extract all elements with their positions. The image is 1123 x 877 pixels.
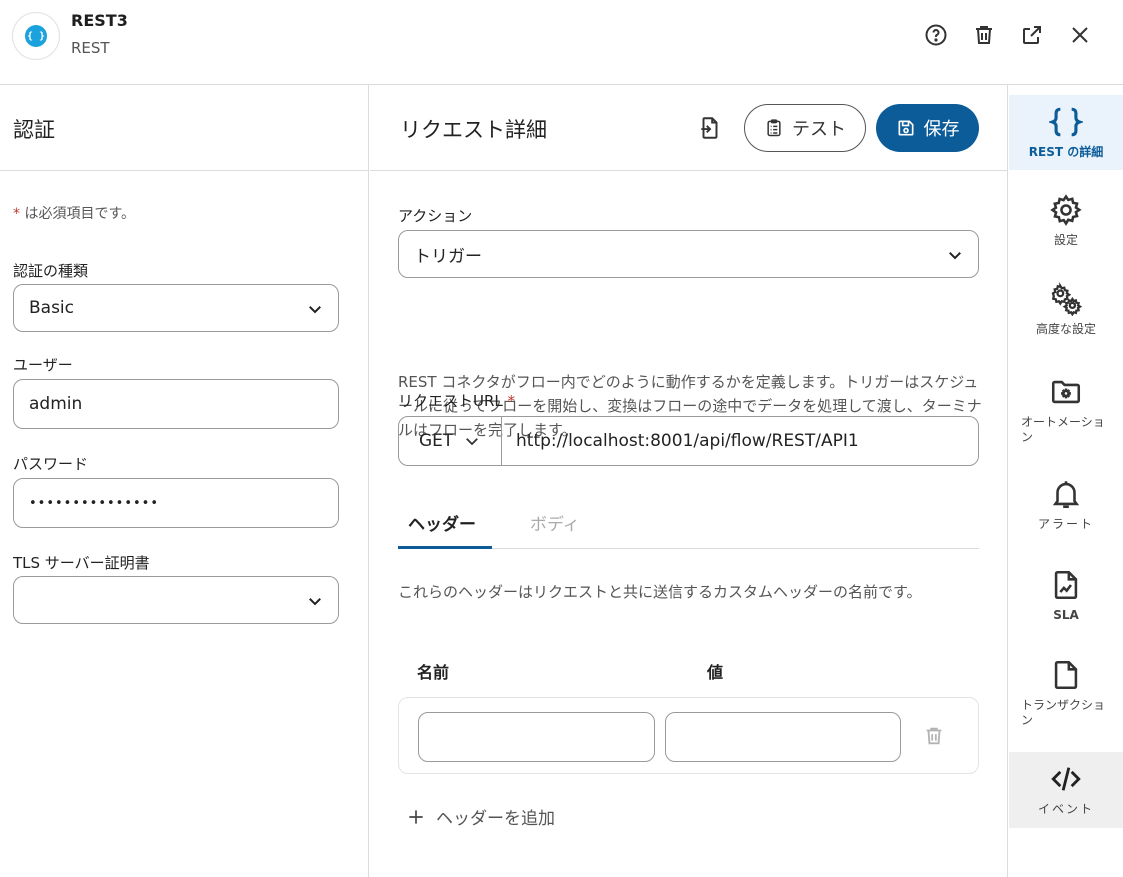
add-header-button[interactable]: ヘッダーを追加 (406, 804, 555, 829)
rail-label: オートメーション (1021, 415, 1105, 444)
required-star: * (13, 206, 20, 222)
rail-item-alerts[interactable]: アラート (1009, 477, 1123, 532)
gears-icon (1051, 282, 1083, 316)
rail-item-events[interactable]: イベント (1009, 752, 1123, 828)
tab-headers[interactable]: ヘッダー (408, 510, 476, 535)
test-label: テスト (792, 119, 846, 140)
test-button[interactable]: テスト (744, 104, 866, 152)
open-external-icon[interactable] (1019, 22, 1045, 48)
action-value: トリガー (414, 246, 482, 267)
top-header: { } REST3 REST (0, 0, 1123, 85)
rail-label: アラート (1037, 517, 1094, 531)
rail-label: REST の詳細 (1028, 145, 1104, 159)
request-panel-header: リクエスト詳細 テスト 保存 (370, 85, 1007, 171)
rail-label: 高度な設定 (1035, 322, 1096, 336)
request-url-label-text: リクエストURL (398, 392, 503, 410)
headers-description: これらのヘッダーはリクエストと共に送信するカスタムヘッダーの名前です。 (398, 583, 922, 601)
braces-icon (1049, 107, 1083, 137)
plus-icon (409, 809, 423, 824)
connector-title: REST3 (71, 11, 128, 30)
add-header-label: ヘッダーを追加 (436, 809, 555, 829)
http-method-select[interactable]: GET (399, 417, 502, 465)
floppy-disk-icon (898, 120, 913, 136)
clipboard-icon (767, 119, 781, 137)
help-icon[interactable] (923, 22, 949, 48)
rail-label: SLA (1053, 608, 1079, 622)
request-panel: リクエスト詳細 テスト 保存 アクション トリガー REST コネクタがフロー内… (370, 85, 1008, 877)
chevron-down-icon (466, 438, 479, 446)
gear-icon (1050, 194, 1082, 226)
rail-item-settings[interactable]: 設定 (1009, 193, 1123, 248)
auth-title: 認証 (13, 118, 55, 142)
header-value-input[interactable] (665, 712, 901, 762)
folder-gear-icon (1051, 380, 1081, 404)
rail-label: イベント (1037, 802, 1094, 816)
tab-body[interactable]: ボディ (530, 510, 580, 535)
action-select[interactable]: トリガー (398, 230, 979, 278)
active-tab-indicator (398, 546, 492, 549)
request-title: リクエスト詳細 (400, 118, 547, 142)
header-actions (923, 22, 1093, 48)
bell-icon (1052, 481, 1080, 509)
connector-type: REST (71, 39, 110, 57)
header-name-input[interactable] (418, 712, 655, 762)
rail-item-transactions[interactable]: トランザクション (1009, 658, 1123, 728)
chart-file-icon (1054, 570, 1078, 600)
rail-item-rest-details[interactable]: REST の詳細 (1009, 95, 1123, 170)
tls-cert-label: TLS サーバー証明書 (13, 554, 150, 572)
auth-panel-header: 認証 (0, 85, 368, 171)
column-name-label: 名前 (417, 663, 450, 682)
right-nav-rail: REST の詳細 設定 高度な設定 オートメーション アラート SLA トランザ… (1009, 85, 1123, 877)
header-row (398, 697, 979, 774)
action-label: アクション (398, 207, 473, 225)
rest-logo: { } (12, 12, 60, 60)
user-value: admin (29, 394, 83, 414)
tls-cert-select[interactable] (13, 576, 339, 624)
password-value: ••••••••••••••• (29, 495, 160, 511)
request-url-label: リクエストURL * (398, 390, 515, 411)
user-label: ユーザー (13, 356, 73, 374)
column-value-label: 値 (707, 663, 724, 682)
import-file-icon[interactable] (697, 115, 723, 141)
request-url-input[interactable]: http://localhost:8001/api/flow/REST/API1 (502, 417, 978, 465)
request-tabs: ヘッダー ボディ (398, 504, 979, 549)
auth-panel: 認証 * は必須項目です。 認証の種類 Basic ユーザー admin パスワ… (0, 85, 369, 877)
required-note: * は必須項目です。 (13, 203, 135, 223)
chevron-down-icon (949, 252, 961, 260)
braces-icon: { } (25, 25, 47, 47)
file-icon (1054, 660, 1078, 690)
code-icon (1051, 767, 1081, 791)
required-star: * (507, 392, 516, 410)
rail-item-automation[interactable]: オートメーション (1009, 375, 1123, 445)
rail-label: 設定 (1053, 233, 1078, 247)
chevron-down-icon (309, 306, 321, 314)
trash-icon[interactable] (923, 725, 945, 747)
trash-icon[interactable] (971, 22, 997, 48)
request-url-value: http://localhost:8001/api/flow/REST/API1 (516, 431, 859, 451)
auth-type-select[interactable]: Basic (13, 284, 339, 332)
required-note-text: は必須項目です。 (20, 206, 136, 222)
http-method-value: GET (419, 431, 454, 451)
save-button[interactable]: 保存 (876, 104, 979, 152)
user-input[interactable]: admin (13, 379, 339, 429)
password-input[interactable]: ••••••••••••••• (13, 478, 339, 528)
rail-item-sla[interactable]: SLA (1009, 568, 1123, 623)
auth-type-label: 認証の種類 (13, 262, 89, 280)
password-label: パスワード (13, 455, 89, 473)
close-icon[interactable] (1067, 22, 1093, 48)
rail-label: トランザクション (1021, 698, 1106, 727)
request-url-group: GET http://localhost:8001/api/flow/REST/… (398, 416, 979, 466)
save-label: 保存 (923, 119, 960, 140)
auth-type-value: Basic (29, 298, 75, 318)
rail-item-advanced-settings[interactable]: 高度な設定 (1009, 282, 1123, 337)
chevron-down-icon (309, 598, 321, 606)
